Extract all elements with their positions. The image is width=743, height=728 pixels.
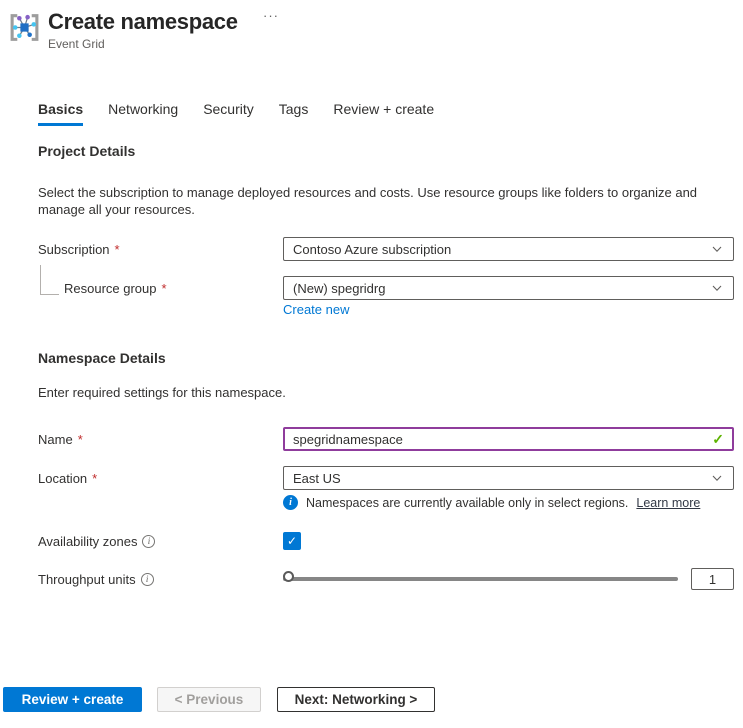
name-label: Name * [38,432,283,447]
tab-tags[interactable]: Tags [279,101,309,126]
info-tooltip-icon[interactable]: i [142,535,155,548]
location-info-message: i Namespaces are currently available onl… [283,495,700,510]
more-options-icon[interactable]: ··· [263,8,279,23]
valid-checkmark-icon: ✓ [712,431,724,448]
chevron-down-icon [710,242,724,256]
page-subtitle: Event Grid [48,37,238,51]
location-dropdown[interactable]: East US [283,466,734,490]
tab-review-create[interactable]: Review + create [333,101,434,126]
subscription-label: Subscription * [38,242,283,257]
name-row: Name * ✓ [38,427,734,451]
subscription-dropdown[interactable]: Contoso Azure subscription [283,237,734,261]
page-header: Create namespace Event Grid [8,9,238,51]
namespace-details-heading: Namespace Details [38,350,166,366]
subscription-value: Contoso Azure subscription [293,242,451,257]
location-row: Location * East US [38,466,734,490]
availability-zones-label: Availability zones i [38,534,283,549]
name-field: ✓ [283,427,734,451]
learn-more-link[interactable]: Learn more [636,496,700,510]
tab-security[interactable]: Security [203,101,254,126]
resource-group-dropdown[interactable]: (New) spegridrg [283,276,734,300]
info-icon: i [283,495,298,510]
chevron-down-icon [710,471,724,485]
namespace-description: Enter required settings for this namespa… [38,384,730,401]
project-details-heading: Project Details [38,143,135,159]
project-description: Select the subscription to manage deploy… [38,184,730,218]
availability-zones-row: Availability zones i ✓ [38,532,734,550]
throughput-slider [283,568,734,590]
throughput-units-row: Throughput units i [38,568,734,590]
create-new-link[interactable]: Create new [283,302,349,317]
location-label: Location * [38,471,283,486]
next-networking-button[interactable]: Next: Networking > [277,687,435,712]
chevron-down-icon [710,281,724,295]
throughput-units-label: Throughput units i [38,572,283,587]
location-value: East US [293,471,341,486]
throughput-units-input[interactable] [691,568,734,590]
slider-handle[interactable] [283,571,294,582]
slider-track[interactable] [283,569,678,589]
required-asterisk: * [115,242,120,257]
event-grid-icon [8,11,41,44]
resource-group-row: Resource group * (New) spegridrg [38,276,734,300]
tab-networking[interactable]: Networking [108,101,178,126]
location-info-text: Namespaces are currently available only … [306,496,628,510]
tab-basics[interactable]: Basics [38,101,83,126]
name-input[interactable] [293,432,712,447]
wizard-footer: Review + create < Previous Next: Network… [3,687,435,712]
resource-group-value: (New) spegridrg [293,281,385,296]
page-title: Create namespace [48,9,238,35]
availability-zones-checkbox[interactable]: ✓ [283,532,301,550]
resource-group-label: Resource group * [38,281,283,296]
wizard-tabs: Basics Networking Security Tags Review +… [38,101,434,126]
info-tooltip-icon[interactable]: i [141,573,154,586]
subscription-row: Subscription * Contoso Azure subscriptio… [38,237,734,261]
previous-button[interactable]: < Previous [157,687,261,712]
required-asterisk: * [92,471,97,486]
required-asterisk: * [162,281,167,296]
hierarchy-connector [40,265,59,295]
review-create-button[interactable]: Review + create [3,687,142,712]
required-asterisk: * [78,432,83,447]
check-icon: ✓ [287,534,297,548]
